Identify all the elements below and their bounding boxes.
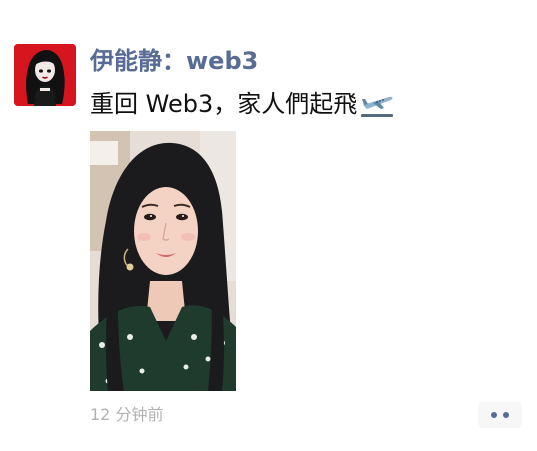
selfie-photo-icon xyxy=(90,131,236,391)
post-text-content: 重回 Web3，家人們起飛 xyxy=(90,90,358,118)
moments-post: 伊能静：web3 重回 Web3，家人們起飛 12 分钟前 xyxy=(0,0,537,451)
post-photo[interactable] xyxy=(90,131,236,391)
post-text: 重回 Web3，家人們起飛 xyxy=(90,86,395,122)
author-name[interactable]: 伊能静：web3 xyxy=(90,44,258,78)
post-timestamp: 12 分钟前 xyxy=(90,405,164,424)
more-actions-button[interactable] xyxy=(478,402,522,428)
author-avatar[interactable] xyxy=(14,44,76,106)
airplane-departure-icon xyxy=(359,89,395,119)
ellipsis-icon xyxy=(503,412,509,418)
cartoon-avatar-icon xyxy=(14,44,76,106)
ellipsis-icon xyxy=(491,412,497,418)
